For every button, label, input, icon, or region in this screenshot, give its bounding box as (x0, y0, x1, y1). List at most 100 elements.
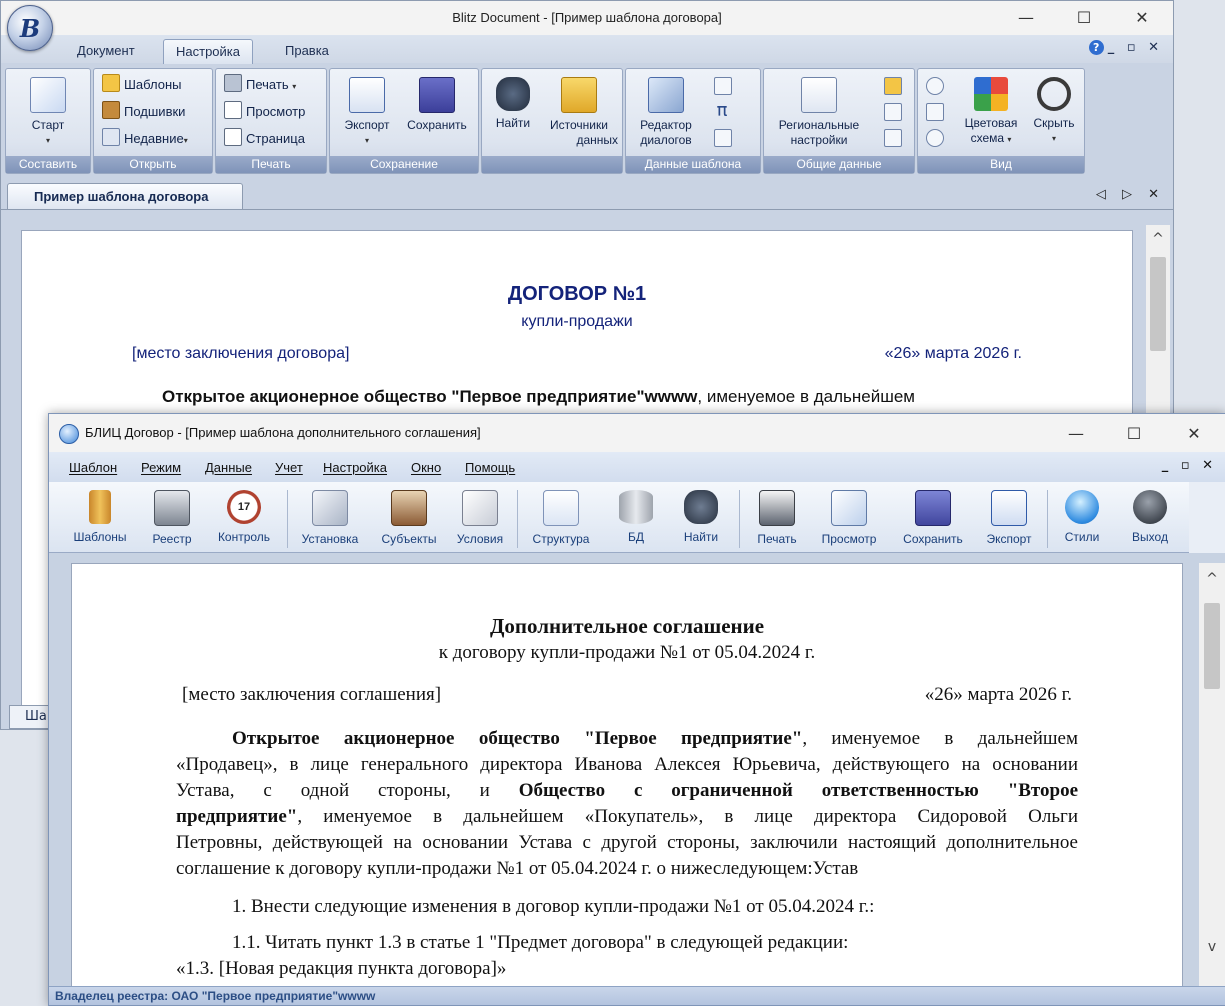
document-tab[interactable]: Пример шаблона договора (7, 183, 243, 209)
menu-bar: Шаблон Режим Данные Учет Настройка Окно … (49, 452, 1225, 482)
form-icon[interactable] (714, 77, 732, 95)
regional-settings-button[interactable]: Региональные настройки (768, 74, 870, 148)
preview-button[interactable]: Просмотр (224, 100, 305, 124)
control-button[interactable]: 17 Контроль (207, 490, 281, 544)
table-icon[interactable] (714, 129, 732, 147)
maximize-button[interactable]: ☐ (1111, 417, 1157, 449)
database-button[interactable]: БД (609, 490, 663, 544)
document-area: Дополнительное соглашение к договору куп… (49, 553, 1225, 995)
menu-help[interactable]: Помощь (465, 460, 515, 475)
mdi-controls[interactable]: _ ▫ ✕ (1162, 458, 1217, 473)
group-label: Данные шаблона (626, 156, 760, 173)
doc-paragraph-line: предприятие", именуемое в дальнейшем «По… (176, 806, 1078, 827)
conditions-button[interactable]: Условия (449, 490, 511, 546)
mdi-controls[interactable]: ? _ ▫ ✕ (1088, 40, 1163, 55)
dialog-editor-button[interactable]: Редактор диалогов (632, 74, 700, 148)
print-button[interactable]: Печать ▾ (224, 73, 296, 97)
minimize-button[interactable]: — (1053, 417, 1099, 449)
scroll-thumb[interactable] (1150, 257, 1166, 351)
group-label (482, 156, 622, 173)
export-button[interactable]: Экспорт ▾ (334, 74, 400, 148)
export-button[interactable]: Экспорт (977, 490, 1041, 546)
clock-calendar-icon: 17 (227, 490, 261, 524)
minimize-button[interactable]: — (1003, 1, 1049, 33)
ruler-pencil-icon (648, 77, 684, 113)
bindings-button[interactable]: Подшивки (102, 100, 185, 124)
ribbon-group-print: Печать ▾ Просмотр Страница Печать (215, 68, 327, 174)
scroll-up-icon[interactable]: ^ (1199, 571, 1225, 587)
ribbon-group-view: Цветовая схема ▾ Скрыть ▾ Вид (917, 68, 1085, 174)
scroll-down-icon[interactable]: v (1199, 939, 1225, 955)
ribbon-group-open: Шаблоны Подшивки Недавние▾ Открыть (93, 68, 213, 174)
exit-button[interactable]: Выход (1121, 490, 1179, 544)
group-label: Вид (918, 156, 1084, 173)
templates-button[interactable]: Шаблоны (102, 73, 182, 97)
page-button[interactable]: Страница (224, 127, 305, 151)
save-button[interactable]: Сохранить (893, 490, 973, 546)
color-scheme-button[interactable]: Цветовая схема ▾ (954, 74, 1028, 147)
menu-template[interactable]: Шаблон (69, 460, 117, 475)
print-button[interactable]: Печать (747, 490, 807, 546)
list-icon[interactable] (884, 103, 902, 121)
menu-settings[interactable]: Настройка (323, 460, 387, 475)
card-icon[interactable] (884, 129, 902, 147)
structure-button[interactable]: Структура (523, 490, 599, 546)
regional-settings-icon (801, 77, 837, 113)
menu-window[interactable]: Окно (411, 460, 441, 475)
tab-document[interactable]: Документ (65, 39, 147, 63)
toolbar-separator (1047, 490, 1048, 548)
tab-settings[interactable]: Настройка (163, 39, 253, 64)
printer-icon (224, 74, 242, 92)
group-label: Открыть (94, 156, 212, 173)
zoom-page-icon[interactable] (926, 103, 944, 121)
binoculars-icon (496, 77, 530, 111)
ribbon-group-compose: Старт ▾ Составить (5, 68, 91, 174)
scroll-up-icon[interactable]: ^ (1146, 231, 1170, 247)
magnifier-page-icon (831, 490, 867, 526)
data-sources-button[interactable]: Источники данных (540, 74, 618, 148)
tab-navigation[interactable]: ◁ ▷ ✕ (1096, 187, 1165, 202)
save-button[interactable]: Сохранить (400, 74, 474, 133)
menu-accounting[interactable]: Учет (275, 460, 303, 475)
structure-icon (543, 490, 579, 526)
setup-button[interactable]: Установка (293, 490, 367, 546)
copy-icon[interactable] (884, 77, 902, 95)
maximize-button[interactable]: ☐ (1061, 1, 1107, 33)
blitz-contract-window: БЛИЦ Договор - [Пример шаблона дополните… (48, 413, 1225, 1006)
hide-button[interactable]: Скрыть ▾ (1028, 74, 1080, 146)
start-button[interactable]: Старт ▾ (12, 74, 84, 148)
title-bar[interactable]: БЛИЦ Договор - [Пример шаблона дополните… (49, 414, 1225, 452)
app-orb-button[interactable]: B (7, 5, 53, 51)
styles-button[interactable]: Стили (1053, 490, 1111, 544)
ribbon-group-data: Найти Источники данных (481, 68, 623, 174)
tab-edit[interactable]: Правка (273, 39, 341, 63)
preview-button[interactable]: Просмотр (813, 490, 885, 546)
ribbon: Старт ▾ Составить Шаблоны Подшивки Недав… (5, 65, 1085, 174)
word-export-icon (991, 490, 1027, 526)
find-button[interactable]: Найти (488, 74, 538, 131)
close-button[interactable]: ✕ (1119, 1, 1165, 33)
group-label: Общие данные (764, 156, 914, 173)
menu-mode[interactable]: Режим (141, 460, 181, 475)
menu-data[interactable]: Данные (205, 460, 252, 475)
zoom-out-icon[interactable] (926, 129, 944, 147)
subjects-button[interactable]: Субъекты (373, 490, 445, 546)
doc-date: «26» марта 2026 г. (924, 684, 1072, 705)
find-button[interactable]: Найти (673, 490, 729, 544)
templates-button[interactable]: Шаблоны (65, 490, 135, 544)
zoom-in-icon[interactable] (926, 77, 944, 95)
doc-place: [место заключения соглашения] (182, 684, 442, 705)
floppy-icon (419, 77, 455, 113)
help-icon[interactable]: ? (1088, 40, 1104, 55)
scroll-thumb[interactable] (1204, 603, 1220, 689)
registry-button[interactable]: Реестр (143, 490, 201, 546)
recent-button[interactable]: Недавние▾ (102, 127, 188, 151)
close-button[interactable]: ✕ (1171, 417, 1217, 449)
ribbon-group-save: Экспорт ▾ Сохранить Сохранение (329, 68, 479, 174)
formula-icon[interactable]: π (714, 102, 730, 120)
doc-item-1-3: «1.3. [Новая редакция пункта договора]» (176, 958, 507, 979)
vertical-scrollbar[interactable]: ^ v (1199, 563, 1225, 987)
title-bar[interactable]: Blitz Document - [Пример шаблона договор… (1, 1, 1173, 35)
document-tab-label: Пример шаблона договора (34, 189, 209, 204)
document-tab-bar: Пример шаблона договора ◁ ▷ ✕ (1, 181, 1173, 210)
